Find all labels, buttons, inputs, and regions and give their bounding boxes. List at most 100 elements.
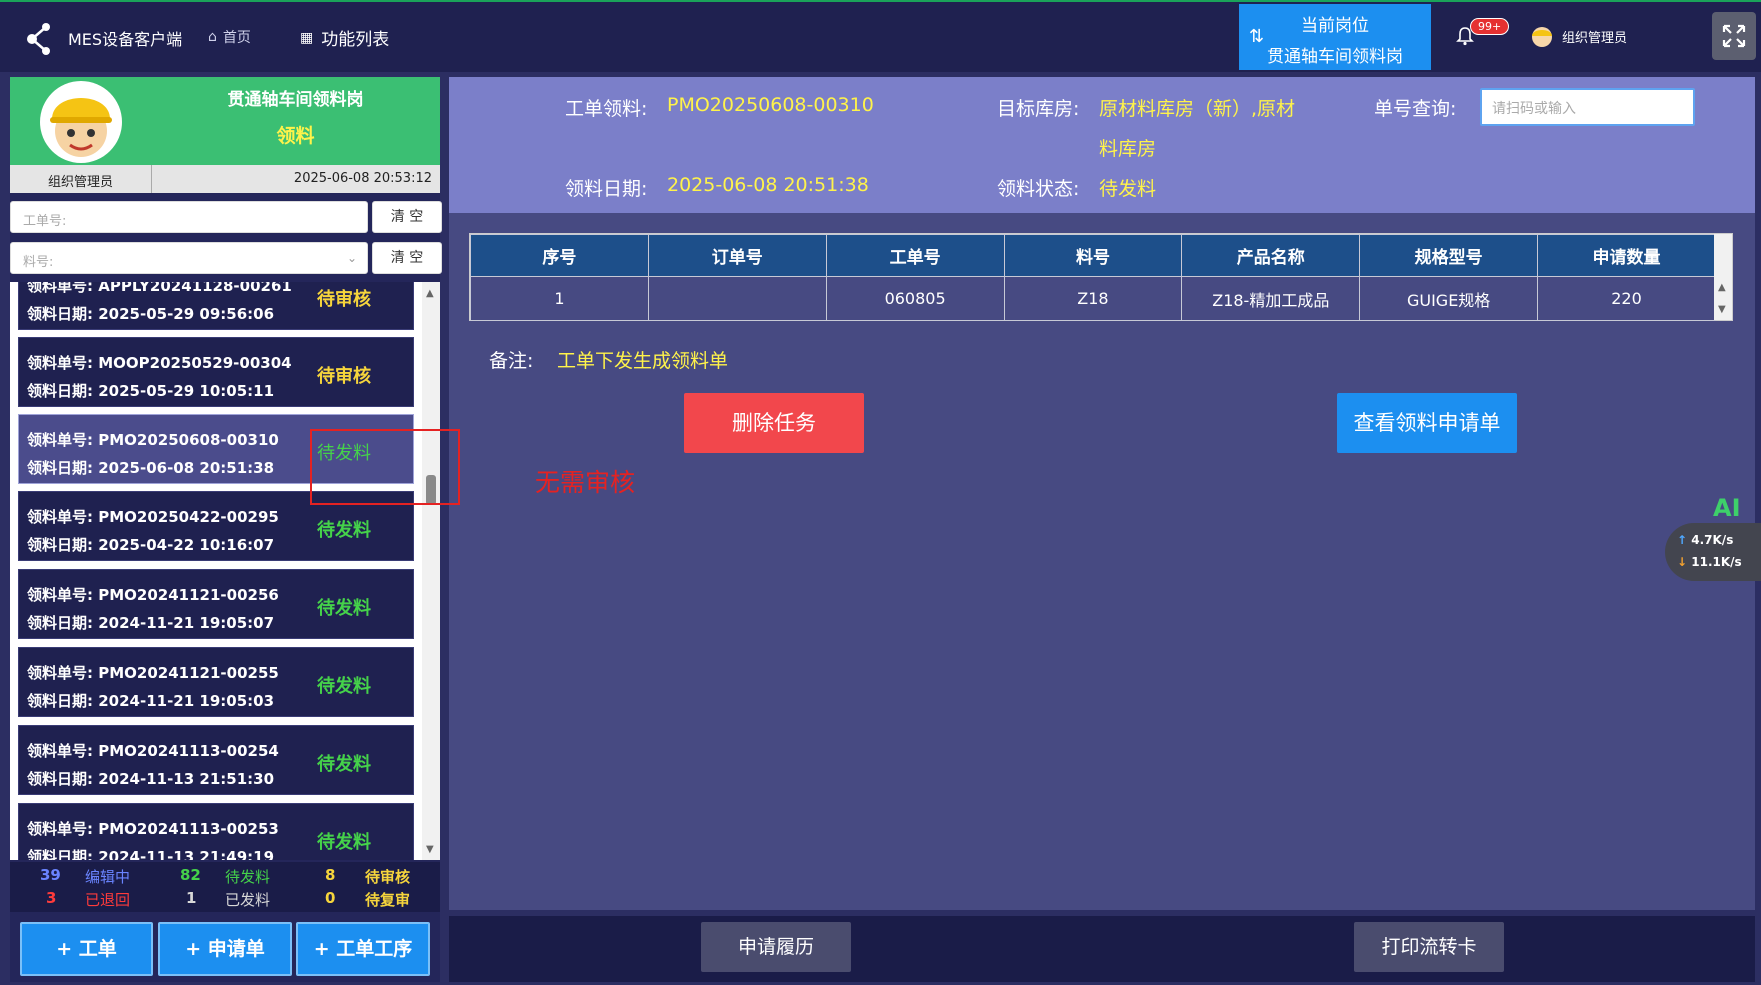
annotation-box (310, 429, 460, 505)
footer-bar: 申请履历 打印流转卡 (449, 916, 1755, 982)
list-item[interactable]: 领料单号: PMO20241113-00254 领料日期: 2024-11-13… (18, 725, 414, 795)
profile-user: 组织管理员 (47, 175, 113, 190)
stat-label[interactable]: 待审核 (365, 866, 410, 887)
nav-home-label: 首页 (222, 30, 251, 46)
stat-label[interactable]: 已退回 (85, 889, 130, 910)
avatar (40, 81, 122, 163)
list-item-date: 2024-11-21 19:05:03 (98, 692, 275, 710)
worker-avatar-icon (50, 98, 112, 157)
list-item-date: 2025-06-08 20:51:38 (98, 459, 275, 477)
status-badge: 待发料 (317, 832, 371, 853)
list-item-date: 2024-11-13 21:49:19 (98, 848, 275, 860)
arrow-up-icon: ↑ (1677, 533, 1688, 547)
nav-functions-label: 功能列表 (321, 30, 390, 50)
table-header-row: 序号 订单号 工单号 料号 产品名称 规格型号 申请数量 (470, 234, 1716, 277)
add-work-order-process-button[interactable]: + 工单工序 (296, 922, 430, 976)
table-scrollbar[interactable]: ▲ ▼ (1714, 234, 1732, 320)
status-stats: 39 编辑中 82 待发料 8 待审核 3 已退回 1 已发料 0 待复审 (10, 862, 440, 912)
current-post-switch[interactable]: ⇅ 当前岗位 贯通轴车间领料岗 (1239, 4, 1431, 70)
table-row[interactable]: 1 060805 Z18 Z18-精加工成品 GUIGE规格 220 (470, 276, 1716, 321)
left-panel: 贯通轴车间领料岗 领料 组织管理员 2025-06-08 20:53:12 工单… (10, 77, 442, 982)
swap-icon: ⇅ (1249, 26, 1265, 47)
column-header: 序号 (470, 234, 649, 277)
divider (151, 165, 152, 193)
add-work-order-button[interactable]: + 工单 (20, 922, 153, 976)
list-item-date: 2025-04-22 10:16:07 (98, 536, 275, 554)
stat-label[interactable]: 待发料 (225, 866, 270, 887)
stat-count: 1 (186, 889, 197, 907)
column-header: 工单号 (825, 234, 1005, 277)
upload-speed: 4.7K/s (1691, 533, 1734, 547)
scan-input[interactable]: 请扫码或输入 (1480, 88, 1695, 126)
profile-info-bar: 组织管理员 2025-06-08 20:53:12 (10, 165, 440, 193)
table-cell: Z18 (1003, 276, 1183, 321)
profile-action: 领料 (276, 125, 315, 147)
query-label: 单号查询: (1374, 98, 1457, 120)
user-name: 组织管理员 (1562, 30, 1628, 46)
status-badge: 待发料 (317, 598, 371, 619)
current-post-name: 贯通轴车间领料岗 (1267, 47, 1403, 67)
table-cell: GUIGE规格 (1359, 276, 1539, 321)
status-badge: 待发料 (317, 676, 371, 697)
avatar-box (10, 77, 151, 165)
status-badge: 待发料 (317, 520, 371, 541)
warehouse-value-cont: 料库房 (1099, 138, 1157, 160)
column-header: 申请数量 (1537, 234, 1716, 277)
notification-badge: 99+ (1470, 18, 1510, 35)
stat-count: 82 (180, 866, 201, 884)
list-item[interactable]: 领料单号: PMO20241121-00255 领料日期: 2024-11-21… (18, 647, 414, 717)
profile-time: 2025-06-08 20:53:12 (293, 171, 432, 186)
app-title: MES设备客户端 (68, 30, 183, 49)
scroll-up-icon[interactable]: ▲ (1718, 282, 1726, 293)
stat-count: 8 (325, 866, 336, 884)
list-item-no: MOOP20250529-00304 (98, 354, 292, 372)
list-item-no: PMO20241113-00253 (98, 820, 279, 838)
status-label: 领料状态: (997, 178, 1080, 200)
clear-material-button[interactable]: 清 空 (372, 242, 442, 274)
order-no-input[interactable]: 工单号: (10, 201, 368, 233)
scroll-down-icon[interactable]: ▼ (426, 844, 434, 855)
top-bar: MES设备客户端 ⌂ 首页 ▦ 功能列表 ⇅ 当前岗位 贯通轴车间领料岗 99+… (0, 0, 1761, 72)
list-item[interactable]: 领料单号: PMO20241121-00256 领料日期: 2024-11-21… (18, 569, 414, 639)
status-value: 待发料 (1099, 178, 1157, 200)
delete-task-button[interactable]: 删除任务 (684, 393, 864, 453)
fullscreen-button[interactable] (1712, 12, 1756, 60)
annotation-text: 无需审核 (535, 468, 636, 497)
user-menu[interactable]: 组织管理员 (1530, 24, 1627, 48)
column-header: 规格型号 (1359, 234, 1539, 277)
order-label: 工单领料: (565, 98, 648, 120)
requisition-list: 领料单号: APPLY20241128-00261 领料日期: 2025-05-… (10, 282, 440, 860)
stat-count: 0 (325, 889, 336, 907)
home-icon: ⌂ (208, 29, 217, 45)
material-select[interactable]: 料号: ⌄ (10, 242, 368, 274)
add-request-button[interactable]: + 申请单 (158, 922, 292, 976)
stat-label[interactable]: 编辑中 (85, 866, 130, 887)
detail-header: 工单领料: PMO20250608-00310 目标库房: 原材料库房（新）,原… (449, 77, 1755, 213)
list-item-date: 2024-11-21 19:05:07 (98, 614, 275, 632)
list-item[interactable]: 领料单号: PMO20241113-00253 领料日期: 2024-11-13… (18, 803, 414, 860)
stat-label[interactable]: 已发料 (225, 889, 270, 910)
clear-order-button[interactable]: 清 空 (372, 201, 442, 233)
detail-body: 序号 订单号 工单号 料号 产品名称 规格型号 申请数量 1 060805 Z1… (449, 213, 1755, 910)
nav-home[interactable]: ⌂ 首页 (208, 27, 251, 47)
profile-post-name: 贯通轴车间领料岗 (227, 90, 364, 110)
list-item[interactable]: 领料单号: APPLY20241128-00261 领料日期: 2025-05-… (18, 282, 414, 330)
scroll-down-icon[interactable]: ▼ (1718, 304, 1726, 315)
profile-card: 贯通轴车间领料岗 领料 组织管理员 2025-06-08 20:53:12 (10, 77, 440, 193)
list-item-date: 2025-05-29 09:56:06 (98, 305, 275, 323)
status-badge: 待审核 (317, 289, 371, 310)
list-item-no: APPLY20241128-00261 (98, 282, 292, 295)
scroll-up-icon[interactable]: ▲ (426, 288, 434, 299)
remark-label: 备注: (489, 350, 534, 372)
column-header: 料号 (1003, 234, 1183, 277)
ai-assistant-icon[interactable]: AI (1713, 494, 1741, 522)
nav-functions[interactable]: ▦ 功能列表 (300, 25, 390, 51)
list-item[interactable]: 领料单号: MOOP20250529-00304 领料日期: 2025-05-2… (18, 337, 414, 407)
list-scrollbar[interactable]: ▲ ▼ (422, 282, 440, 860)
print-card-button[interactable]: 打印流转卡 (1354, 922, 1504, 972)
warehouse-label: 目标库房: (997, 98, 1080, 120)
stat-label[interactable]: 待复审 (365, 889, 410, 910)
view-request-button[interactable]: 查看领料申请单 (1337, 393, 1517, 453)
table-cell: 060805 (825, 276, 1005, 321)
request-history-button[interactable]: 申请履历 (701, 922, 851, 972)
